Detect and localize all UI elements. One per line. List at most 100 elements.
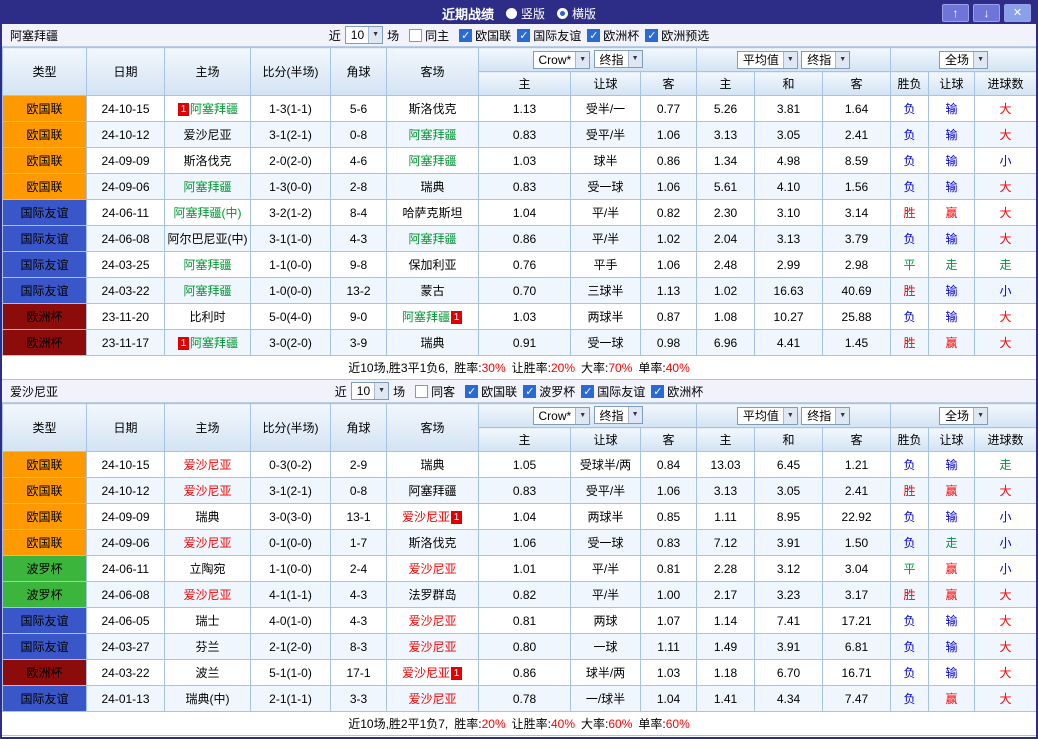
competition-badge: 欧国联: [3, 504, 87, 530]
radio-unselected-icon: [506, 8, 517, 19]
team-label: 斯洛伐克: [408, 536, 456, 550]
avg-home-odds: 2.04: [697, 226, 755, 252]
radio-horizontal-label: 横版: [572, 5, 596, 22]
home-odds: 1.05: [479, 452, 571, 478]
scope-select[interactable]: 全场▼: [939, 407, 988, 425]
odds-stage-select[interactable]: 终指▼: [594, 50, 643, 68]
result-outcome: 负: [891, 608, 929, 634]
competition-filter-checkbox[interactable]: 欧洲杯: [587, 27, 639, 44]
scroll-up-button[interactable]: ↑: [942, 4, 969, 22]
competition-badge: 国际友谊: [3, 634, 87, 660]
result-goals: 大: [975, 200, 1037, 226]
home-odds: 1.03: [479, 304, 571, 330]
away-team: 爱沙尼亚: [387, 608, 479, 634]
close-button[interactable]: ✕: [1004, 4, 1031, 22]
section-estonia: 爱沙尼亚 近 10▼ 场 同客 欧国联波罗杯国际友谊欧洲杯 类型 日期: [2, 380, 1036, 736]
handicap-line: 两球半: [571, 504, 641, 530]
team-label: 爱沙尼亚: [402, 666, 450, 680]
average-stage-select[interactable]: 终指▼: [801, 51, 850, 69]
team-label: 阿塞拜疆: [408, 484, 456, 498]
match-count-select[interactable]: 10▼: [345, 26, 383, 44]
avg-draw-odds: 10.27: [755, 304, 823, 330]
away-team: 阿塞拜疆1: [387, 304, 479, 330]
result-handicap: 输: [929, 608, 975, 634]
recent-results-window: 近期战绩 竖版 横版 ↑ ↓ ✕ 阿塞拜疆 近 10▼ 场: [0, 0, 1038, 739]
handicap-line: 两球半: [571, 304, 641, 330]
corner-score: 4-3: [331, 608, 387, 634]
result-outcome: 负: [891, 304, 929, 330]
odds-company-select[interactable]: Crow*▼: [533, 407, 591, 425]
result-outcome: 负: [891, 504, 929, 530]
layout-radio-horizontal[interactable]: 横版: [557, 5, 596, 22]
team-label: 斯洛伐克: [183, 154, 231, 168]
titlebar-buttons: ↑ ↓ ✕: [942, 4, 1031, 22]
match-date: 24-03-22: [87, 660, 165, 686]
odds-company-select[interactable]: Crow*▼: [533, 51, 591, 69]
scroll-down-button[interactable]: ↓: [973, 4, 1000, 22]
home-team: 阿塞拜疆: [165, 174, 251, 200]
away-team: 阿塞拜疆: [387, 226, 479, 252]
avg-draw-odds: 2.99: [755, 252, 823, 278]
match-date: 24-03-22: [87, 278, 165, 304]
avg-home-odds: 7.12: [697, 530, 755, 556]
result-goals: 小: [975, 278, 1037, 304]
result-handicap: 输: [929, 304, 975, 330]
avg-draw-odds: 6.45: [755, 452, 823, 478]
handicap-line: 一球: [571, 634, 641, 660]
home-odds: 1.03: [479, 148, 571, 174]
away-odds: 1.13: [641, 278, 697, 304]
match-date: 24-09-06: [87, 530, 165, 556]
average-select[interactable]: 平均值▼: [737, 51, 798, 69]
away-team: 阿塞拜疆: [387, 478, 479, 504]
same-venue-checkbox[interactable]: 同主: [409, 27, 449, 44]
subcol-handicap: 让球: [571, 72, 641, 96]
chevron-down-icon: ▼: [374, 383, 388, 399]
average-select[interactable]: 平均值▼: [737, 407, 798, 425]
home-team: 瑞士: [165, 608, 251, 634]
results-table-azerbaijan: 类型 日期 主场 比分(半场) 角球 客场 Crow*▼ 终指▼ 平均值▼ 终指…: [2, 47, 1037, 356]
competition-filter-checkbox[interactable]: 欧洲预选: [645, 27, 709, 44]
avg-away-odds: 16.71: [823, 660, 891, 686]
avg-draw-odds: 3.12: [755, 556, 823, 582]
handicap-line: 球半: [571, 148, 641, 174]
away-team: 爱沙尼亚1: [387, 504, 479, 530]
match-date: 24-06-11: [87, 556, 165, 582]
team-label: 蒙古: [420, 284, 444, 298]
competition-filter-checkbox[interactable]: 欧国联: [459, 27, 511, 44]
match-date: 24-10-15: [87, 452, 165, 478]
avg-home-odds: 3.13: [697, 122, 755, 148]
scope-select[interactable]: 全场▼: [939, 51, 988, 69]
avg-home-odds: 2.17: [697, 582, 755, 608]
competition-badge: 国际友谊: [3, 278, 87, 304]
score: 3-1(2-1): [251, 122, 331, 148]
down-arrow-icon: ↓: [984, 6, 990, 20]
summary-record: 近10场,胜2平1负7,: [348, 715, 448, 732]
checkbox-icon: [587, 29, 600, 42]
competition-filter-checkbox[interactable]: 欧国联: [465, 383, 517, 400]
chevron-down-icon: ▼: [628, 407, 642, 423]
competition-filter-checkbox[interactable]: 欧洲杯: [651, 383, 703, 400]
home-team: 爱沙尼亚: [165, 530, 251, 556]
same-venue-checkbox[interactable]: 同客: [415, 383, 455, 400]
layout-radio-vertical[interactable]: 竖版: [506, 5, 545, 22]
team-label: 爱沙尼亚: [402, 510, 450, 524]
competition-filter-checkbox[interactable]: 国际友谊: [517, 27, 581, 44]
competition-filter-checkbox[interactable]: 国际友谊: [581, 383, 645, 400]
competition-filter-checkbox[interactable]: 波罗杯: [523, 383, 575, 400]
filter-near-label: 近: [329, 27, 341, 44]
match-count-select[interactable]: 10 ▼: [351, 382, 389, 400]
result-goals: 大: [975, 174, 1037, 200]
match-count-value: 10: [357, 384, 370, 398]
away-team: 哈萨克斯坦: [387, 200, 479, 226]
summary-stat: 让胜率:20%: [512, 359, 575, 376]
result-handicap: 赢: [929, 686, 975, 712]
home-odds: 0.83: [479, 174, 571, 200]
red-card-badge: 1: [178, 337, 189, 350]
radio-selected-icon: [557, 8, 568, 19]
score: 5-0(4-0): [251, 304, 331, 330]
average-stage-select[interactable]: 终指▼: [801, 407, 850, 425]
odds-stage-select[interactable]: 终指▼: [594, 406, 643, 424]
corner-score: 13-1: [331, 504, 387, 530]
avg-home-odds: 2.30: [697, 200, 755, 226]
result-handicap: 赢: [929, 556, 975, 582]
